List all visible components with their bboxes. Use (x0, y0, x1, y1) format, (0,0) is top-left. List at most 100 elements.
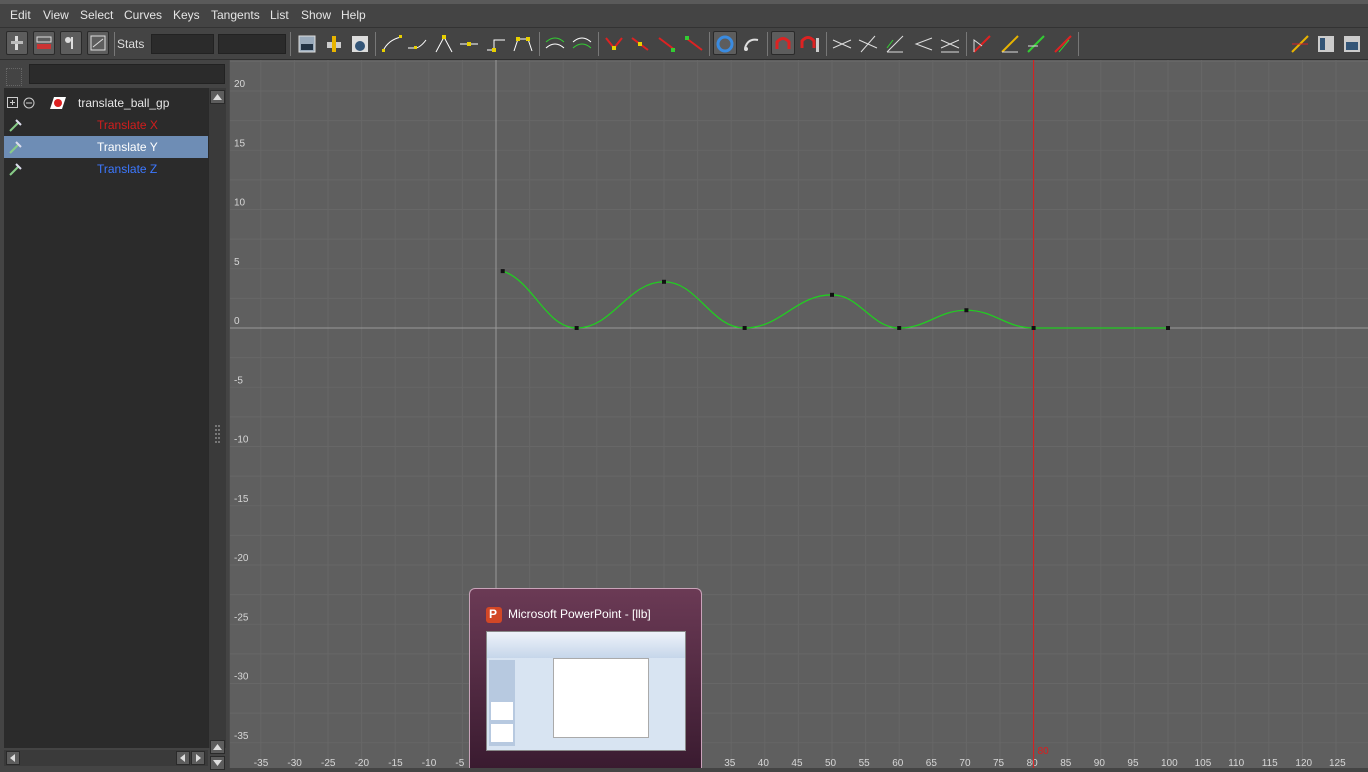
toolbar-separator (826, 32, 827, 56)
normalized-view-icon[interactable] (1340, 32, 1364, 56)
menu-curves[interactable]: Curves (124, 8, 162, 22)
menu-edit[interactable]: Edit (10, 8, 31, 22)
lattice-deform-keys-icon[interactable] (60, 31, 82, 55)
menu-view[interactable]: View (43, 8, 69, 22)
time-snap-icon[interactable] (771, 31, 795, 55)
y-tick-label: -5 (234, 375, 243, 386)
insert-key-tool-icon[interactable] (33, 31, 55, 55)
buffer-curve-snapshot-icon[interactable] (543, 32, 567, 56)
open-trax-editor-icon[interactable] (998, 32, 1022, 56)
x-tick-label: 45 (791, 758, 803, 768)
graph-canvas[interactable]: 20151050-5-10-15-20-25-30-35-35 -30 -25 -20… (229, 60, 1368, 768)
y-tick-label: 20 (234, 79, 246, 90)
auto-load-selection-icon[interactable] (713, 31, 737, 55)
graph-view-toggle-icon[interactable] (1288, 32, 1312, 56)
list-item[interactable]: translate_ball_gp (4, 92, 208, 114)
x-tick-label: 35 (724, 758, 736, 768)
stacked-view-icon[interactable] (1314, 32, 1338, 56)
plateau-tangents-icon[interactable] (511, 32, 535, 56)
keyframe-point[interactable] (830, 292, 834, 297)
list-item[interactable]: Translate X (4, 114, 208, 136)
frame-playback-range-icon[interactable] (322, 32, 346, 56)
center-current-time-icon[interactable] (348, 32, 372, 56)
clamped-tangents-icon[interactable] (405, 32, 429, 56)
keyframe-point[interactable] (897, 326, 902, 330)
window-top-strip (0, 0, 1368, 4)
expand-icon[interactable] (7, 97, 19, 109)
menu-keys[interactable]: Keys (173, 8, 200, 22)
list-item[interactable]: Translate Y (4, 136, 208, 158)
toolbar-separator (375, 32, 376, 56)
menu-tangents[interactable]: Tangents (211, 8, 260, 22)
keyframe-point[interactable] (1166, 326, 1170, 330)
menu-show[interactable]: Show (301, 8, 331, 22)
keyframe-point[interactable] (662, 279, 666, 284)
x-tick-label: 60 (892, 758, 904, 768)
spline-tangents-icon[interactable] (380, 32, 404, 56)
keyframe-point[interactable] (1031, 326, 1036, 330)
cycle-with-offset-icon[interactable] (938, 32, 962, 56)
denormalize-curves-icon[interactable] (856, 32, 880, 56)
outliner-horizontal-scrollbar[interactable] (4, 750, 208, 766)
x-tick-label: 110 (1228, 758, 1244, 768)
channel-list: translate_ball_gp Translate X Translate … (4, 88, 208, 748)
toolbar-separator (1078, 32, 1079, 56)
channel-curve-icon (9, 141, 22, 154)
x-tick-label: 50 (825, 758, 837, 768)
scroll-left-icon[interactable] (176, 751, 190, 765)
x-tick-label: -35 (254, 758, 269, 768)
menu-list[interactable]: List (270, 8, 289, 22)
stats-frame-field[interactable] (151, 34, 214, 54)
graph-outliner: translate_ball_gp Translate X Translate … (0, 60, 229, 770)
swap-buffer-curve-icon[interactable] (570, 32, 594, 56)
scroll-grip[interactable] (209, 423, 226, 447)
outliner-vertical-scrollbar[interactable] (208, 88, 226, 770)
y-tick-label: -15 (234, 494, 249, 505)
normalize-curves-icon[interactable] (830, 32, 854, 56)
menu-bar: Edit View Select Curves Keys Tangents Li… (0, 0, 1368, 28)
menu-select[interactable]: Select (80, 8, 113, 22)
scroll-up-icon[interactable] (210, 90, 225, 104)
move-key-tool-icon[interactable] (6, 31, 28, 55)
preview-slide (553, 658, 649, 738)
unify-tangents-icon[interactable] (628, 32, 652, 56)
menu-help[interactable]: Help (341, 8, 366, 22)
collapse-icon[interactable] (23, 97, 35, 109)
post-infinity-cycle-icon[interactable] (912, 32, 936, 56)
step-tangents-icon[interactable] (484, 32, 508, 56)
value-snap-icon[interactable] (798, 32, 822, 56)
graph-view[interactable]: 20 15 10 5 0 -5 -10 -15 -20 -25 -30 -35 -35 -30 -25 -20… (229, 60, 1368, 768)
pre-infinity-cycle-icon[interactable] (883, 32, 907, 56)
taskbar-thumbnail[interactable]: P Microsoft PowerPoint - [llb] (469, 588, 702, 768)
keyframe-point[interactable] (964, 308, 969, 313)
y-tick-label: 15 (234, 138, 246, 149)
scroll-up-icon[interactable] (210, 740, 225, 754)
scroll-left-icon[interactable] (6, 751, 20, 765)
toolbar-separator (114, 32, 115, 56)
filter-icon[interactable] (6, 68, 22, 86)
list-item[interactable]: Translate Z (4, 158, 208, 180)
powerpoint-icon: P (486, 607, 502, 623)
toolbar-separator (709, 32, 710, 56)
scroll-right-icon[interactable] (191, 751, 205, 765)
linear-tangents-icon[interactable] (432, 32, 456, 56)
lock-tangent-weight-icon[interactable] (682, 32, 706, 56)
free-tangent-weight-icon[interactable] (655, 32, 679, 56)
x-tick-label: -15 (388, 758, 403, 768)
keyframe-point[interactable] (742, 326, 747, 330)
group-node-label: translate_ball_gp (78, 96, 170, 110)
outliner-filter-field[interactable] (29, 64, 225, 84)
stats-value-field[interactable] (218, 34, 286, 54)
open-curve-editor-icon[interactable] (1051, 32, 1075, 56)
region-tool-icon[interactable] (87, 31, 109, 55)
keyframe-point[interactable] (500, 269, 505, 274)
frame-all-icon[interactable] (295, 32, 319, 56)
x-tick-label: 90 (1094, 758, 1106, 768)
break-tangents-icon[interactable] (602, 32, 626, 56)
load-selected-objects-icon[interactable] (740, 32, 764, 56)
flat-tangents-icon[interactable] (457, 32, 481, 56)
preview-slide-thumb (491, 724, 513, 742)
open-dope-sheet-icon[interactable] (970, 32, 994, 56)
open-time-editor-icon[interactable] (1024, 32, 1048, 56)
keyframe-point[interactable] (574, 326, 579, 330)
